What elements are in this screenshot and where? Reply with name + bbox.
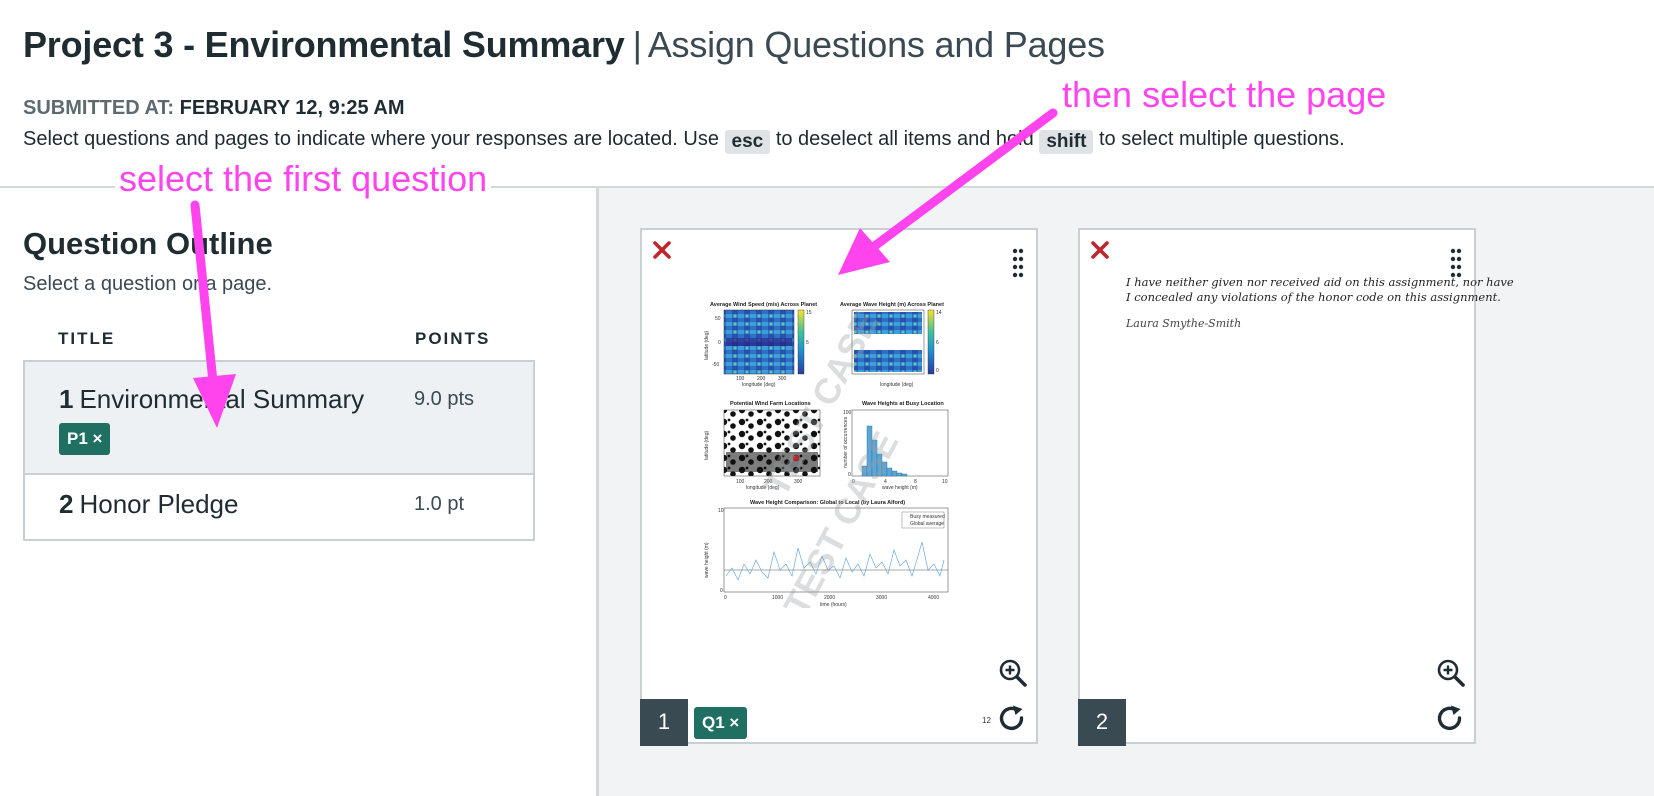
plot-5-ylabel: wave height (m) [704,542,710,578]
submitted-value: FEBRUARY 12, 9:25 AM [179,97,405,119]
page-subtitle: Assign Questions and Pages [647,24,1105,65]
svg-text:0: 0 [936,368,939,374]
drag-handle-icon[interactable] [1450,248,1462,278]
question-row-2[interactable]: 2 Honor Pledge 1.0 pt [25,475,533,539]
question-1-title: 1 Environmental Summary [59,384,364,415]
svg-text:0: 0 [720,588,723,594]
plot-1-xlabel: longitude (deg) [742,382,776,388]
assignment-title: Project 3 - Environmental Summary [23,24,625,65]
svg-text:4000: 4000 [928,595,939,601]
svg-text:14: 14 [936,310,942,316]
question-2-title: 2 Honor Pledge [59,489,238,520]
instructions: Select questions and pages to indicate w… [23,128,1345,154]
svg-text:0: 0 [718,340,721,346]
annotation-first-question: select the first question [115,158,492,200]
annotation-select-page: then select the page [1058,74,1391,116]
page-number-2: 2 [1078,699,1126,746]
plot-5-xlabel: time (hours) [820,602,847,608]
plot-2-title: Average Wave Height (m) Across Planet [840,302,944,308]
plot-1-title: Average Wind Speed (m/s) Across Planet [710,302,817,308]
page-1-content: Average Wind Speed (m/s) Across Planet 1… [704,302,949,608]
plot-1-band [726,338,792,346]
plot-3-ylabel: latitude (deg) [704,430,710,460]
instruction-text-3: to select multiple questions. [1098,128,1345,150]
zoom-in-icon[interactable] [1436,658,1466,688]
plot-2-colorbar [927,309,935,375]
svg-text:3000: 3000 [876,595,887,601]
svg-text:10: 10 [942,479,948,485]
column-header-title: TITLE [58,329,116,348]
esc-key-hint: esc [724,130,771,154]
question-1-page-tag[interactable]: P1 × [59,423,111,455]
plot-4-xlabel: wave height (m) [882,485,918,491]
shift-key-hint: shift [1039,130,1094,154]
column-header-points: POINTS [415,329,491,348]
page-number-1: 1 [640,699,688,746]
svg-text:0: 0 [724,595,727,601]
page-thumbnail-2[interactable]: I have neither given nor received aid on… [1078,228,1514,746]
submitted-at: SUBMITTED AT: FEBRUARY 12, 9:25 AM [23,97,405,120]
honor-pledge-text: I have neither given nor received aid on… [1126,275,1514,305]
svg-text:-50: -50 [712,362,719,368]
plot-2-xlabel: longitude (deg) [880,382,914,388]
svg-text:300: 300 [778,376,787,382]
question-row-1[interactable]: 1 Environmental Summary 9.0 pts P1 × [25,362,533,475]
svg-text:100: 100 [736,479,745,485]
question-2-points: 1.0 pt [414,493,465,515]
page-thumbnail-1[interactable]: Average Wind Speed (m/s) Across Planet 1… [640,228,1038,746]
title-separator: | [632,24,642,65]
svg-text:6: 6 [936,340,939,346]
svg-text:10: 10 [718,508,724,514]
pane-divider [596,188,599,796]
svg-text:15: 15 [806,310,812,316]
rotate-icon[interactable] [998,704,1028,734]
outline-subtitle: Select a question or a page. [23,273,273,295]
plot-5-legend-global: Global average [910,521,944,527]
instruction-text-2: to deselect all items and hold [775,128,1034,150]
drag-handle-icon[interactable] [1012,248,1024,278]
plot-1-ylabel: latitude (deg) [704,330,710,360]
close-x-icon[interactable] [650,238,674,262]
svg-text:100: 100 [843,410,852,416]
question-1-number: 1 [59,384,74,414]
question-1-name: Environmental Summary [79,384,365,414]
outline-title: Question Outline [23,226,273,261]
plot-4-ylabel: number of occurrences [843,416,849,468]
zoom-in-icon[interactable] [998,658,1028,688]
submitted-label: SUBMITTED AT: [23,97,175,119]
question-table: 1 Environmental Summary 9.0 pts P1 × 2 Hon… [23,360,535,541]
plot-4-title: Wave Heights at Busy Location [862,401,944,407]
question-1-points: 9.0 pts [414,388,475,410]
pledge-line-1: I have neither given nor received aid on… [1126,275,1514,289]
pledge-line-2: I concealed any violations of the honor … [1126,290,1501,304]
question-2-name: Honor Pledge [79,489,239,519]
rotate-icon[interactable] [1436,704,1466,734]
svg-text:50: 50 [715,316,721,322]
signature: Laura Smythe-Smith [1126,317,1242,330]
instruction-text-1: Select questions and pages to indicate w… [23,128,719,150]
svg-text:2000: 2000 [824,595,835,601]
close-x-icon[interactable] [1088,238,1112,262]
plot-5-legend-busy: Busy measured [910,514,945,520]
question-2-number: 2 [59,489,74,519]
svg-text:5: 5 [806,340,809,346]
plot-1-colorbar [797,309,805,375]
page-1-question-tag[interactable]: Q1 × [694,707,748,739]
page-1-corner-number: 12 [982,716,991,725]
page-title: Project 3 - Environmental Summary | Assign… [23,24,1105,66]
